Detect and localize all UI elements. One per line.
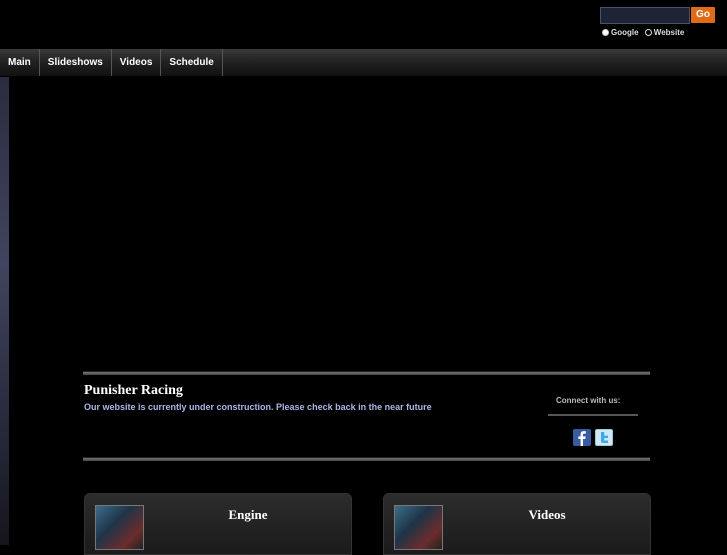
hero-banner [84, 77, 650, 371]
nav-main[interactable]: Main [0, 49, 40, 76]
main-nav: Main Slideshows Videos Schedule [0, 49, 727, 77]
panel-videos-title: Videos [528, 507, 566, 522]
facebook-icon[interactable] [573, 429, 591, 446]
site-subtitle: Our website is currently under construct… [84, 402, 432, 412]
search-input[interactable] [600, 7, 690, 24]
twitter-icon[interactable] [595, 429, 613, 446]
go-button[interactable]: Go [691, 7, 715, 23]
nav-slideshows[interactable]: Slideshows [40, 49, 112, 76]
radio-google[interactable]: Google [602, 28, 639, 37]
radio-selected-icon [602, 29, 609, 36]
radio-website-label: Website [653, 28, 685, 37]
radio-unselected-icon [644, 29, 652, 36]
panel-videos-thumbnail [394, 505, 443, 550]
connect-divider [548, 414, 638, 416]
panel-engine[interactable]: Engine [84, 493, 352, 555]
panel-engine-thumbnail [95, 505, 144, 550]
search-scope: Google Website [602, 28, 688, 38]
panel-videos[interactable]: Videos [383, 493, 651, 555]
connect-label: Connect with us: [556, 396, 621, 405]
side-decoration [0, 77, 9, 545]
nav-videos[interactable]: Videos [112, 49, 162, 76]
radio-google-label: Google [611, 28, 639, 37]
nav-schedule[interactable]: Schedule [161, 49, 223, 76]
radio-website[interactable]: Website [644, 28, 685, 37]
bottom-divider [83, 457, 650, 461]
panel-engine-title: Engine [228, 507, 268, 522]
site-title: Punisher Racing [84, 383, 183, 398]
top-divider [83, 371, 650, 375]
